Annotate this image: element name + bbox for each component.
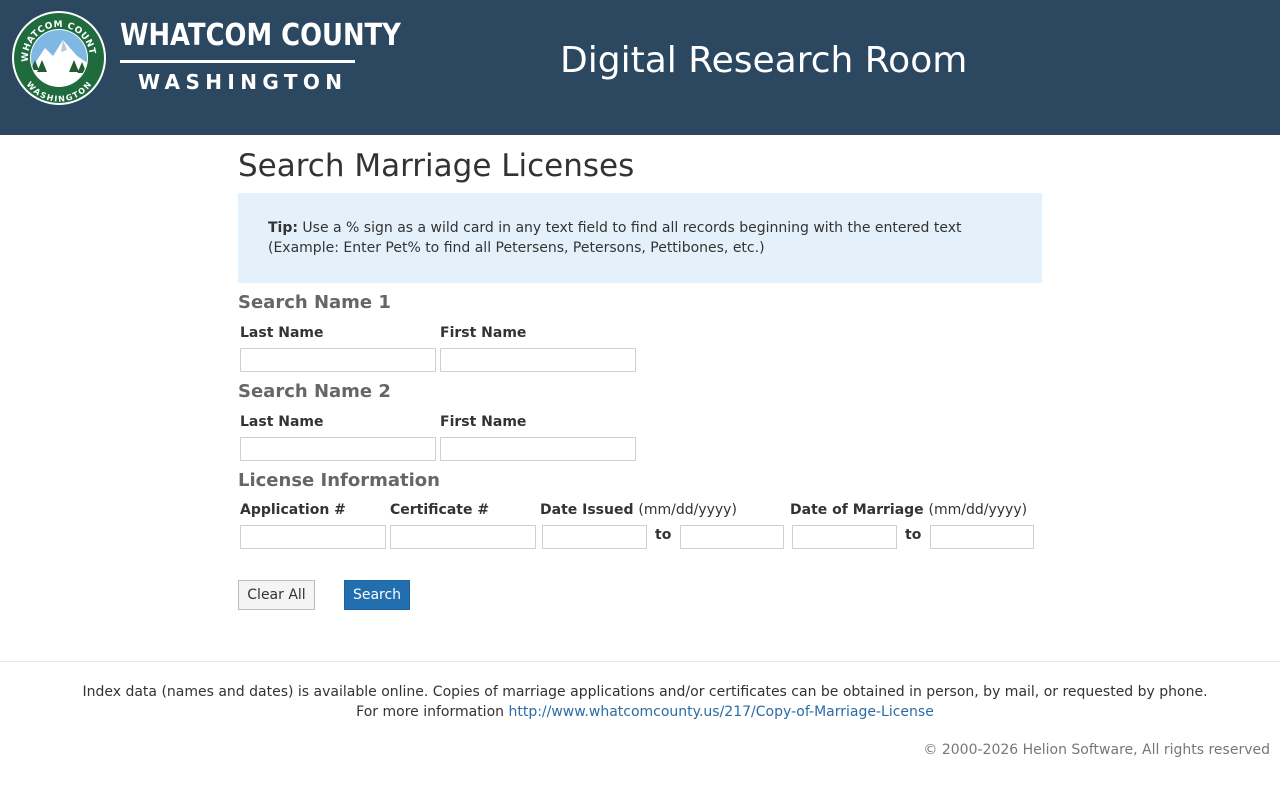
footer-info-prefix: For more information	[356, 704, 505, 720]
site-header: WHATCOM COUNTY WASHINGTON WHATCOM COUNTY…	[0, 0, 1280, 135]
first-name-1-label: First Name	[440, 325, 527, 341]
date-issued-to-label: to	[655, 527, 672, 543]
copyright-notice: © 2000-2026 Helion Software, All rights …	[923, 742, 1270, 758]
section-title-search-name-2: Search Name 2	[238, 381, 391, 402]
marriage-license-info-link[interactable]: http://www.whatcomcounty.us/217/Copy-of-…	[508, 704, 933, 720]
certificate-number-label: Certificate #	[390, 502, 490, 518]
section-title-search-name-1: Search Name 1	[238, 292, 391, 313]
date-of-marriage-to-label: to	[905, 527, 922, 543]
first-name-1-input[interactable]	[440, 348, 636, 372]
date-of-marriage-label: Date of Marriage (mm/dd/yyyy)	[790, 502, 1027, 518]
date-issued-format-hint: (mm/dd/yyyy)	[638, 502, 737, 518]
site-title: Digital Research Room	[560, 40, 968, 81]
tip-label: Tip:	[268, 220, 298, 236]
tip-text: Use a % sign as a wild card in any text …	[268, 220, 962, 256]
certificate-number-input[interactable]	[390, 525, 536, 549]
footer-info-line-2: For more information http://www.whatcomc…	[0, 702, 1280, 722]
date-of-marriage-format-hint: (mm/dd/yyyy)	[928, 502, 1028, 518]
application-number-input[interactable]	[240, 525, 386, 549]
last-name-1-label: Last Name	[240, 325, 324, 341]
date-of-marriage-to-input[interactable]	[930, 525, 1034, 549]
footer-info: Index data (names and dates) is availabl…	[0, 682, 1280, 722]
tip-box: Tip: Use a % sign as a wild card in any …	[238, 193, 1042, 283]
county-seal-logo[interactable]: WHATCOM COUNTY WASHINGTON	[11, 10, 107, 106]
last-name-1-input[interactable]	[240, 348, 436, 372]
county-name[interactable]: WHATCOM COUNTY	[120, 18, 401, 53]
application-number-label: Application #	[240, 502, 346, 518]
date-issued-label: Date Issued (mm/dd/yyyy)	[540, 502, 737, 518]
county-divider	[120, 60, 355, 63]
first-name-2-input[interactable]	[440, 437, 636, 461]
date-of-marriage-label-text: Date of Marriage	[790, 502, 924, 518]
footer-info-line-1: Index data (names and dates) is availabl…	[82, 684, 1208, 700]
date-of-marriage-from-input[interactable]	[792, 525, 897, 549]
footer-divider	[0, 661, 1280, 662]
page-title: Search Marriage Licenses	[238, 148, 635, 184]
search-button[interactable]: Search	[344, 580, 410, 610]
last-name-2-input[interactable]	[240, 437, 436, 461]
county-state[interactable]: WASHINGTON	[138, 70, 347, 94]
date-issued-label-text: Date Issued	[540, 502, 634, 518]
section-title-license-information: License Information	[238, 470, 440, 491]
date-issued-to-input[interactable]	[680, 525, 784, 549]
clear-all-button[interactable]: Clear All	[238, 580, 315, 610]
date-issued-from-input[interactable]	[542, 525, 647, 549]
last-name-2-label: Last Name	[240, 414, 324, 430]
first-name-2-label: First Name	[440, 414, 527, 430]
